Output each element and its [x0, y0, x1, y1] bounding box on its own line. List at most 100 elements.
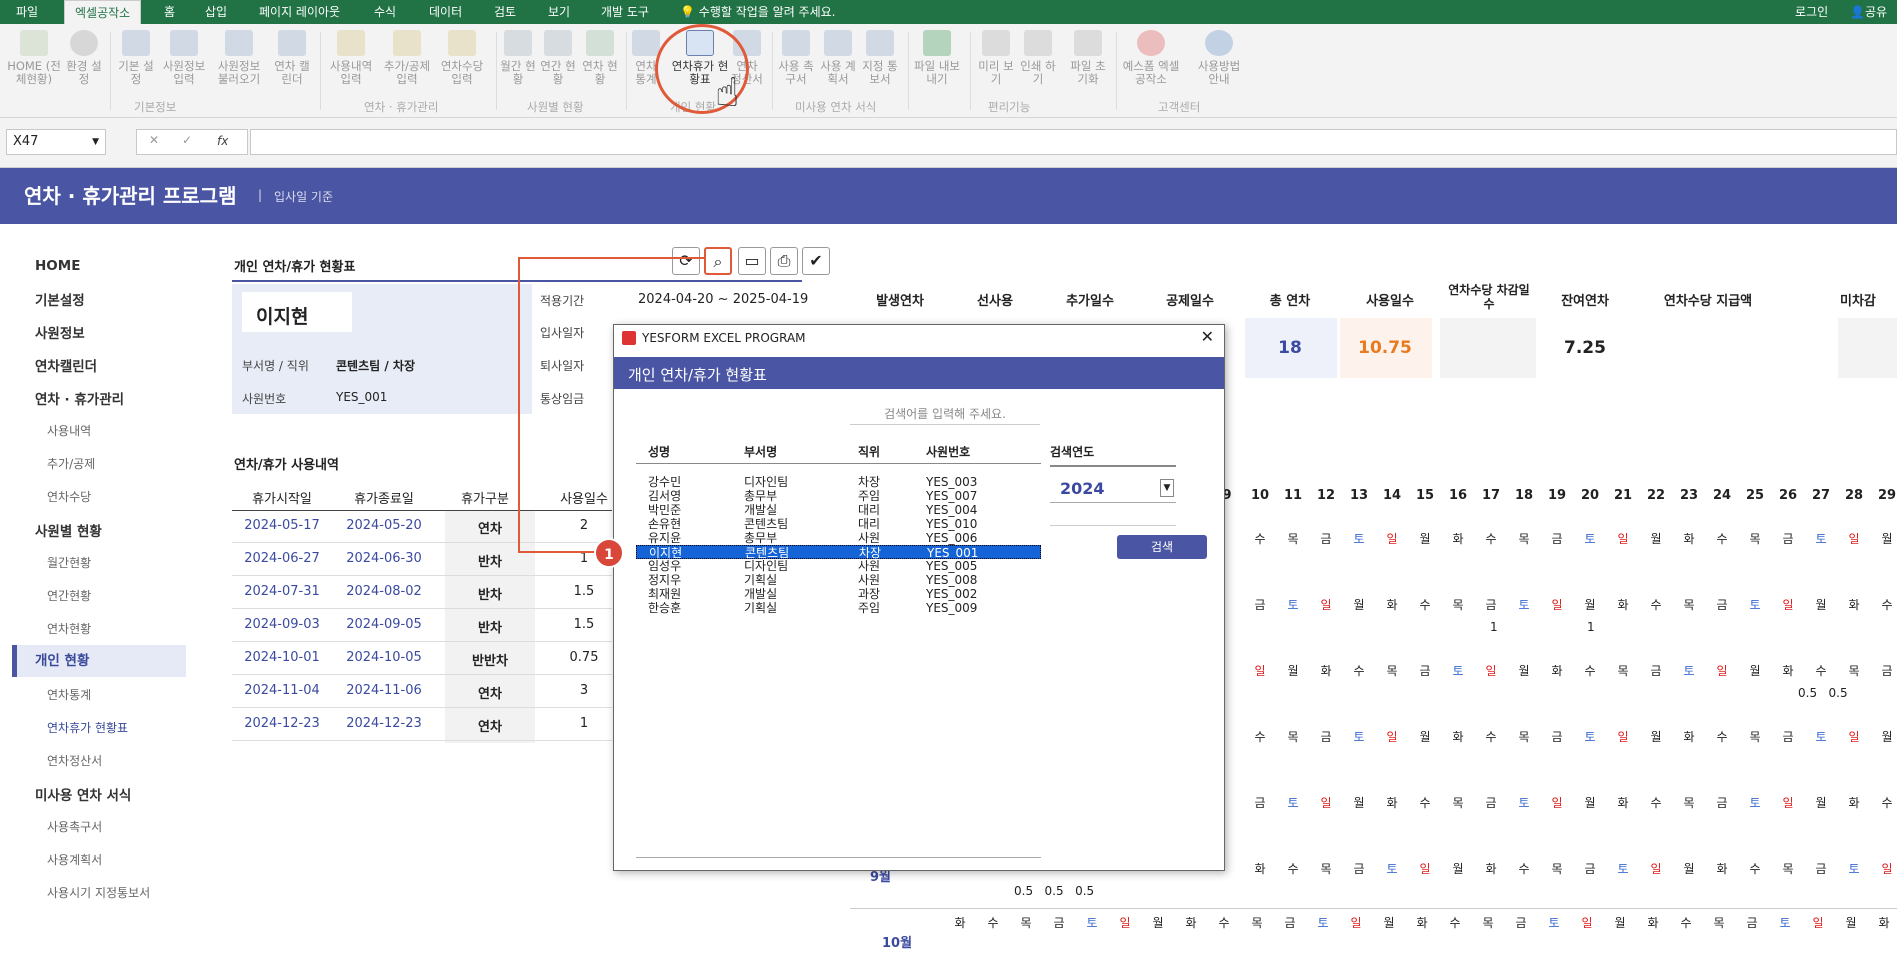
search-icon[interactable]: ⌕: [704, 247, 732, 275]
calendar-weekday: 화: [1848, 598, 1860, 612]
ribbon-guide-button[interactable]: 사용방법 안내: [1192, 30, 1246, 86]
sidebar-item-stats[interactable]: 연차통계: [47, 686, 91, 703]
ribbon-urge-button[interactable]: 사용 촉구서: [776, 30, 816, 86]
ribbon-yesform-button[interactable]: 예스폼 엑셀공작소: [1118, 30, 1184, 86]
sidebar-item-plan[interactable]: 사용계획서: [47, 851, 102, 868]
ribbon-calendar-button[interactable]: 연차 캘린더: [270, 30, 314, 86]
sidebar-item-employee-status[interactable]: 사원별 현황: [35, 520, 102, 540]
search-input[interactable]: 검색어를 입력해 주세요.: [850, 403, 1040, 425]
employee-list-item[interactable]: 김서영 총무부 주임 YES_007: [636, 489, 1041, 503]
share-button[interactable]: 👤공유: [1850, 0, 1887, 24]
usage-cell: 2024-10-05: [346, 650, 422, 665]
employee-list-cell: YES_004: [926, 503, 978, 517]
printer-icon[interactable]: ⎙: [770, 247, 798, 275]
program-title: 연차 · 휴가관리 프로그램: [24, 184, 237, 208]
tab-data[interactable]: 데이터: [429, 0, 462, 24]
employee-list-cell: 임성우: [648, 559, 682, 573]
confirm-icon[interactable]: ✓: [182, 133, 192, 147]
ribbon-export-button[interactable]: 파일 내보내기: [912, 30, 962, 86]
employee-list-item[interactable]: 손유현 콘텐츠팀 대리 YES_010: [636, 517, 1041, 531]
close-icon[interactable]: ✕: [1201, 327, 1214, 346]
ribbon-monthly-button[interactable]: 월간 현황: [500, 30, 536, 86]
ribbon-home-button[interactable]: HOME (전체현황): [6, 30, 62, 86]
employee-list-cell: YES_008: [926, 573, 978, 587]
calendar-weekday: 금: [1485, 598, 1497, 612]
calendar-day-number: 25: [1745, 488, 1765, 503]
search-button[interactable]: 검색: [1117, 535, 1207, 559]
sidebar-item-leave-status[interactable]: 연차현황: [47, 620, 91, 637]
employee-list-item[interactable]: 한승훈 기획실 주임 YES_009: [636, 601, 1041, 615]
ribbon-print-button[interactable]: 인쇄 하기: [1018, 30, 1058, 86]
ribbon-employee-input-button[interactable]: 사원정보 입력: [158, 30, 210, 86]
employee-list-item[interactable]: 유지윤 총무부 사원 YES_006: [636, 531, 1041, 545]
tell-me-box[interactable]: 💡 수행할 작업을 알려 주세요.: [680, 0, 835, 24]
ribbon-addition-input-button[interactable]: 추가/공제 입력: [378, 30, 436, 86]
check-icon[interactable]: ✔: [802, 247, 830, 275]
usage-cell: 2024-08-02: [346, 584, 422, 599]
tab-home[interactable]: 홈: [164, 0, 175, 24]
formula-input[interactable]: [250, 129, 1897, 155]
sidebar-item-employee-info[interactable]: 사원정보: [35, 322, 85, 342]
ribbon-settings-button[interactable]: 환경 설정: [62, 30, 106, 86]
employee-list-item[interactable]: 이지현 콘텐츠팀 차장 YES_001: [636, 545, 1041, 560]
calendar-weekday: 토: [1815, 532, 1827, 546]
yesform-logo-icon: [1137, 30, 1165, 56]
calendar-weekday: 월: [1287, 664, 1299, 678]
sidebar-item-unused-forms[interactable]: 미사용 연차 서식: [35, 784, 131, 804]
sidebar-item-leave-management[interactable]: 연차 · 휴가관리: [35, 388, 124, 408]
sidebar-item-yearly[interactable]: 연간현황: [47, 587, 91, 604]
sidebar-item-notice[interactable]: 사용시기 지정통보서: [47, 884, 150, 901]
summary-header: 선사용: [977, 294, 1013, 309]
ribbon-reset-button[interactable]: 파일 초기화: [1066, 30, 1110, 86]
employee-list-item[interactable]: 최재원 개발실 과장 YES_002: [636, 587, 1041, 601]
calendar-weekday: 월: [1353, 598, 1365, 612]
tab-page-layout[interactable]: 페이지 레이아웃: [259, 0, 340, 24]
sidebar-item-home[interactable]: HOME: [35, 258, 80, 274]
sidebar-item-settlement[interactable]: 연차정산서: [47, 752, 102, 769]
refresh-icon[interactable]: ⟳: [672, 247, 700, 275]
employee-list-item[interactable]: 박민준 개발실 대리 YES_004: [636, 503, 1041, 517]
sidebar-item-allowance[interactable]: 연차수당: [47, 488, 91, 505]
sidebar-item-basic-settings[interactable]: 기본설정: [35, 289, 85, 309]
ribbon-plan-button[interactable]: 사용 계획서: [818, 30, 858, 86]
tab-file[interactable]: 파일: [16, 0, 38, 24]
tab-view[interactable]: 보기: [548, 0, 570, 24]
sidebar-item-urge[interactable]: 사용촉구서: [47, 818, 102, 835]
magnifier-icon: [982, 30, 1010, 56]
ribbon-notice-button[interactable]: 지정 통보서: [860, 30, 900, 86]
calendar-weekday: 토: [1386, 862, 1398, 876]
function-icon[interactable]: fx: [217, 134, 228, 148]
sidebar-item-usage[interactable]: 사용내역: [47, 422, 91, 439]
ribbon-basic-settings-button[interactable]: 기본 설정: [116, 30, 156, 86]
login-link[interactable]: 로그인: [1795, 0, 1828, 24]
employee-list-item[interactable]: 정지우 기획실 사원 YES_008: [636, 573, 1041, 587]
sidebar-item-personal-status[interactable]: 개인 현황: [12, 645, 186, 677]
usage-cell: 2024-10-01: [244, 650, 320, 665]
sidebar-item-addition[interactable]: 추가/공제: [47, 455, 95, 472]
employee-list-item[interactable]: 강수민 디자인팀 차장 YES_003: [636, 475, 1041, 489]
cal-mark: 1: [1587, 620, 1595, 634]
tab-excel-workshop[interactable]: 엑셀공작소: [64, 0, 142, 24]
sidebar-item-calendar[interactable]: 연차캘린더: [35, 355, 97, 375]
tab-developer[interactable]: 개발 도구: [601, 0, 649, 24]
tab-insert[interactable]: 삽입: [205, 0, 227, 24]
ribbon-leave-status-button[interactable]: 연차 현황: [582, 30, 618, 86]
ribbon-usage-input-button[interactable]: 사용내역 입력: [324, 30, 378, 86]
name-box[interactable]: X47 ▼: [6, 129, 106, 155]
tab-review[interactable]: 검토: [494, 0, 516, 24]
table-icon: [544, 30, 572, 56]
ribbon-employee-load-button[interactable]: 사원정보 불러오기: [212, 30, 266, 86]
row-divider: [232, 542, 612, 543]
sidebar-item-monthly[interactable]: 월간현황: [47, 554, 91, 571]
ribbon-yearly-button[interactable]: 연간 현황: [540, 30, 576, 86]
ribbon-preview-button[interactable]: 미리 보기: [976, 30, 1016, 86]
sidebar-item-leave-report[interactable]: 연차휴가 현황표: [47, 719, 128, 736]
calendar-day-number: 23: [1679, 488, 1699, 503]
ribbon-allowance-input-button[interactable]: 연차수당 입력: [434, 30, 490, 86]
calendar-weekday: 일: [1782, 598, 1794, 612]
laptop-icon[interactable]: ▭: [738, 247, 766, 275]
employee-list-item[interactable]: 임성우 디자인팀 사원 YES_005: [636, 559, 1041, 573]
tab-formulas[interactable]: 수식: [374, 0, 396, 24]
year-select[interactable]: 2024 ▼: [1050, 473, 1176, 503]
cancel-icon[interactable]: ✕: [149, 133, 159, 147]
